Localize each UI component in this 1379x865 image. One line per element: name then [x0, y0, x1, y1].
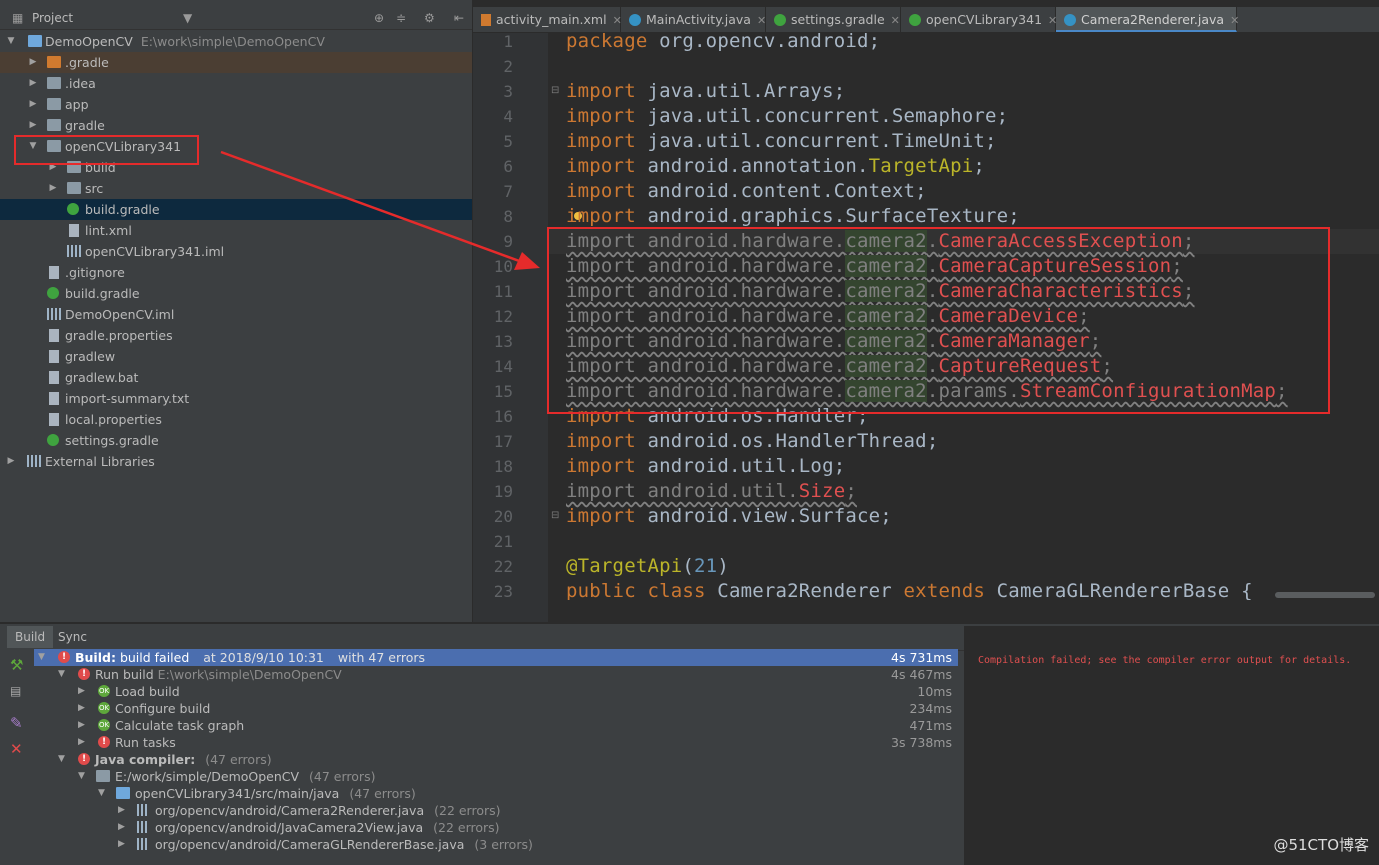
- build-row-src-path[interactable]: ▼ openCVLibrary341/src/main/java (47 err…: [34, 785, 958, 802]
- build-row-run-build[interactable]: ▼ ! Run build E:\work\simple\DemoOpenCV …: [34, 666, 958, 683]
- build-row-java-compiler[interactable]: ▼ ! Java compiler: (47 errors): [34, 751, 958, 768]
- build-error-count: (47 errors): [205, 752, 272, 767]
- arrow-line: [220, 150, 523, 264]
- build-timestamp: at 2018/9/10 10:31: [203, 650, 324, 665]
- pin-icon[interactable]: ✎: [10, 714, 23, 732]
- chevron-right-icon[interactable]: ▶: [118, 819, 125, 836]
- close-icon[interactable]: ✕: [10, 740, 23, 758]
- folder-icon: [116, 787, 130, 799]
- tab-build[interactable]: Build: [7, 626, 54, 648]
- build-label: org/opencv/android/Camera2Renderer.java: [155, 803, 425, 818]
- watermark: @51CTO博客: [1273, 836, 1369, 854]
- folder-icon: [96, 770, 110, 782]
- build-label: E:/work/simple/DemoOpenCV: [115, 769, 300, 784]
- ok-icon: OK: [98, 702, 110, 714]
- chevron-right-icon[interactable]: ▶: [118, 836, 125, 853]
- build-duration: 10ms: [917, 684, 952, 699]
- build-duration: 4s 731ms: [891, 650, 952, 665]
- error-icon: !: [98, 736, 110, 748]
- build-row-run-tasks[interactable]: ▶ ! Run tasks 3s 738ms: [34, 734, 958, 751]
- build-label: Load build: [115, 684, 180, 699]
- ok-icon: OK: [98, 685, 110, 697]
- hammer-icon[interactable]: ⚒: [10, 656, 23, 674]
- build-duration: 4s 467ms: [891, 667, 952, 682]
- build-label: Configure build: [115, 701, 211, 716]
- build-label: Run tasks: [115, 735, 176, 750]
- build-error-count: (22 errors): [434, 803, 501, 818]
- build-path: E:\work\simple\DemoOpenCV: [157, 667, 342, 682]
- compile-error-message: Compilation failed; see the compiler err…: [978, 655, 1352, 666]
- ok-icon: OK: [98, 719, 110, 731]
- build-row-file[interactable]: ▶ org/opencv/android/Camera2Renderer.jav…: [34, 802, 958, 819]
- build-duration: 234ms: [909, 701, 952, 716]
- build-label: org/opencv/android/JavaCamera2View.java: [155, 820, 424, 835]
- build-label: Run build: [95, 667, 154, 682]
- chevron-down-icon[interactable]: ▼: [98, 785, 105, 802]
- error-icon: !: [78, 668, 90, 680]
- build-label: Build:: [75, 650, 116, 665]
- build-row-file[interactable]: ▶ org/opencv/android/JavaCamera2View.jav…: [34, 819, 958, 836]
- error-icon: !: [78, 753, 90, 765]
- chevron-right-icon[interactable]: ▶: [78, 700, 85, 717]
- java-file-icon: [137, 804, 149, 816]
- build-error-count: (3 errors): [474, 837, 533, 852]
- chevron-down-icon[interactable]: ▼: [78, 768, 85, 785]
- java-file-icon: [137, 838, 149, 850]
- chevron-down-icon[interactable]: ▼: [58, 751, 65, 768]
- build-status: build failed: [119, 650, 190, 665]
- chevron-down-icon[interactable]: ▼: [38, 649, 45, 666]
- build-error-count: (47 errors): [349, 786, 416, 801]
- build-row-configure-build[interactable]: ▶ OK Configure build 234ms: [34, 700, 958, 717]
- build-row-load-build[interactable]: ▶ OK Load build 10ms: [34, 683, 958, 700]
- error-icon: !: [58, 651, 70, 663]
- build-error-count: (47 errors): [309, 769, 376, 784]
- build-label: Calculate task graph: [115, 718, 245, 733]
- build-row-root[interactable]: ▼ ! Build: build failed at 2018/9/10 10:…: [34, 649, 958, 666]
- build-row-file[interactable]: ▶ org/opencv/android/CameraGLRendererBas…: [34, 836, 958, 853]
- build-row-task-graph[interactable]: ▶ OK Calculate task graph 471ms: [34, 717, 958, 734]
- java-file-icon: [137, 821, 149, 833]
- toggle-view-icon[interactable]: ▤: [10, 684, 21, 698]
- build-error-count: with 47 errors: [337, 650, 426, 665]
- build-duration: 3s 738ms: [891, 735, 952, 750]
- build-output-console[interactable]: Compilation failed; see the compiler err…: [964, 626, 1379, 865]
- chevron-right-icon[interactable]: ▶: [78, 717, 85, 734]
- build-label: Java compiler:: [95, 752, 196, 767]
- build-label: org/opencv/android/CameraGLRendererBase.…: [155, 837, 465, 852]
- build-label: openCVLibrary341/src/main/java: [135, 786, 340, 801]
- tab-sync[interactable]: Sync: [50, 626, 95, 648]
- chevron-right-icon[interactable]: ▶: [118, 802, 125, 819]
- build-duration: 471ms: [909, 718, 952, 733]
- chevron-right-icon[interactable]: ▶: [78, 683, 85, 700]
- build-row-project-path[interactable]: ▼ E:/work/simple/DemoOpenCV (47 errors): [34, 768, 958, 785]
- build-toolbar: ⚒ ▤ ✎ ✕: [0, 650, 35, 865]
- chevron-down-icon[interactable]: ▼: [58, 666, 65, 683]
- chevron-right-icon[interactable]: ▶: [78, 734, 85, 751]
- build-error-count: (22 errors): [433, 820, 500, 835]
